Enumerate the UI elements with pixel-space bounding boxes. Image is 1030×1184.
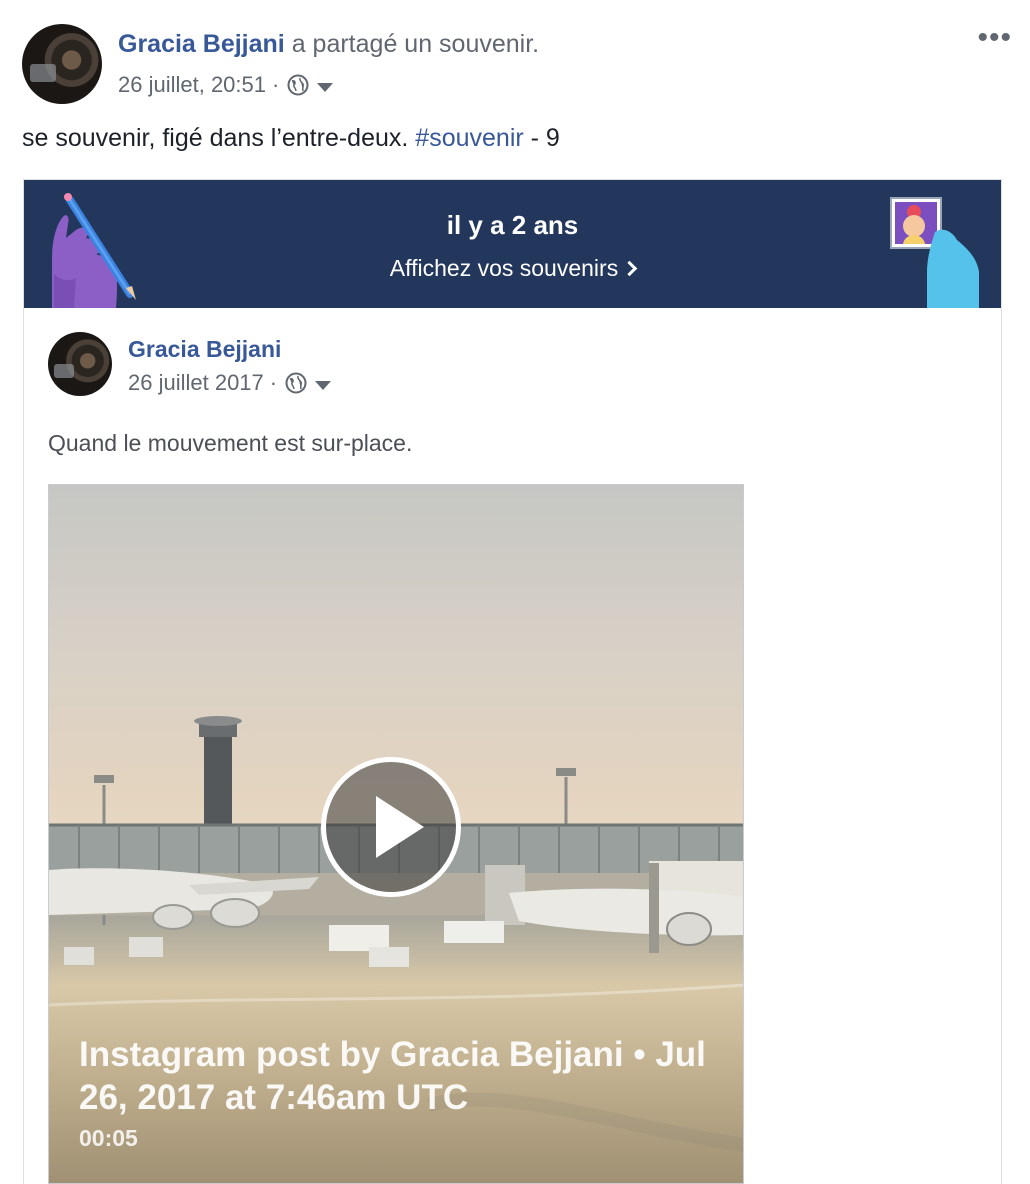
video-player[interactable]: Instagram post by Gracia Bejjani • Jul 2… [48, 484, 744, 1184]
post-action-text: a partagé un souvenir. [291, 30, 540, 58]
shared-post-text: Quand le mouvement est sur-place. [48, 430, 413, 456]
memory-years-ago: il y a 2 ans [446, 210, 579, 240]
video-duration: 00:05 [79, 1125, 138, 1151]
play-button-icon[interactable] [321, 757, 461, 897]
video-title: Instagram post by Gracia Bejjani • Jul 2… [79, 1035, 706, 1117]
shared-post-header: Gracia Bejjani 26 juillet 2017 · [48, 330, 948, 400]
more-options-icon[interactable]: ••• [977, 23, 1012, 53]
audience-dropdown-icon[interactable] [317, 82, 334, 92]
post-text-suffix: - 9 [530, 124, 560, 152]
post-text: se souvenir, figé dans l’entre-deux. #so… [22, 124, 560, 153]
chevron-right-icon [621, 260, 638, 277]
post-header: Gracia Bejjani a partagé un souvenir. 26… [22, 23, 1012, 106]
hand-photo-illustration [890, 197, 979, 308]
memory-card: il y a 2 ans Affichez vos souvenirs Grac… [23, 179, 1002, 1184]
see-memories-label: Affichez vos souvenirs [389, 255, 619, 281]
author-avatar[interactable] [22, 24, 102, 104]
meta-separator: · [269, 370, 278, 395]
globe-icon[interactable] [287, 74, 309, 96]
see-memories-link[interactable]: Affichez vos souvenirs [24, 255, 1001, 282]
post-text-main: se souvenir, figé dans l’entre-deux. [22, 124, 409, 152]
meta-separator: · [272, 72, 280, 97]
memory-banner[interactable]: il y a 2 ans Affichez vos souvenirs [24, 180, 1001, 308]
shared-author-name-link[interactable]: Gracia Bejjani [128, 336, 281, 363]
audience-dropdown-icon[interactable] [315, 380, 332, 390]
post-timestamp[interactable]: 26 juillet, 20:51 [118, 72, 266, 98]
shared-post-meta: 26 juillet 2017 · [128, 370, 332, 396]
post-meta: 26 juillet, 20:51 · [118, 72, 334, 98]
shared-post-date[interactable]: 26 juillet 2017 [128, 370, 264, 396]
hashtag-link[interactable]: #souvenir [415, 124, 523, 152]
author-line: Gracia Bejjani a partagé un souvenir. [118, 30, 539, 59]
globe-icon[interactable] [285, 372, 307, 394]
hand-pencil-illustration [52, 193, 136, 308]
shared-author-avatar[interactable] [48, 332, 112, 396]
author-name-link[interactable]: Gracia Bejjani [118, 30, 285, 58]
